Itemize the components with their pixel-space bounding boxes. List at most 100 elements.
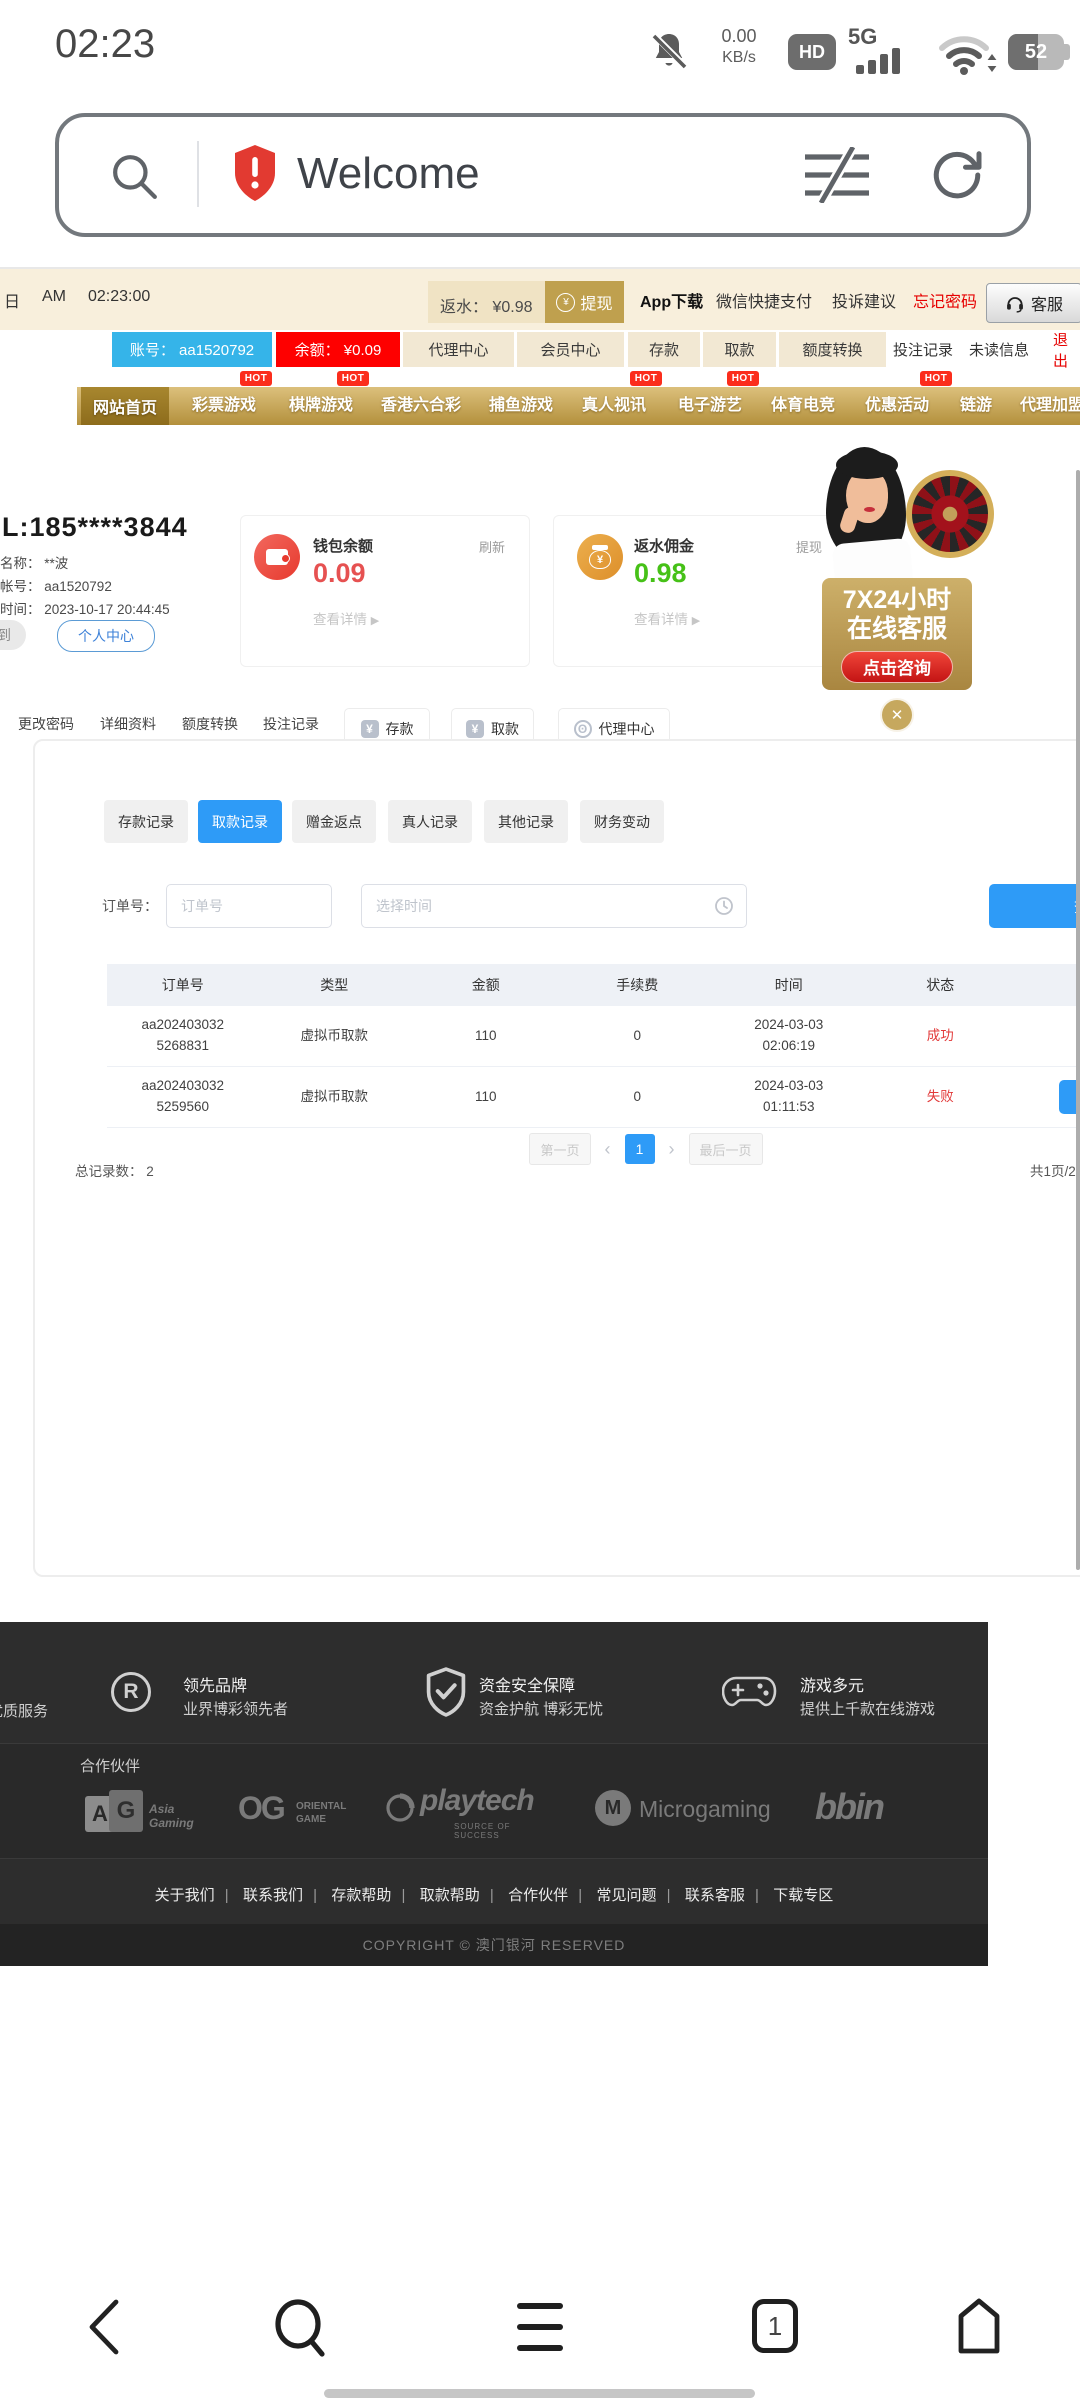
order-no-input[interactable] <box>166 884 332 928</box>
rebate-detail-link[interactable]: 查看详情 ▶ <box>634 608 700 628</box>
change-password-link[interactable]: 更改密码 <box>18 714 74 734</box>
withdraw-button[interactable]: ¥ 提现 <box>545 281 624 323</box>
last-page-button[interactable]: 最后一页 <box>689 1133 763 1165</box>
hd-badge-icon: HD <box>788 34 836 70</box>
tab-bonus-rebate[interactable]: 赠金返点 <box>292 800 376 843</box>
table-header-row: 订单号 类型 金额 手续费 时间 状态 操作 <box>107 964 1080 1006</box>
tab-live-records[interactable]: 真人记录 <box>388 800 472 843</box>
status-badge: 成功 <box>865 1006 1017 1066</box>
next-page-icon[interactable]: › <box>663 1134 681 1164</box>
page-count-text: 共1页/2 <box>1030 1160 1076 1180</box>
rebate-withdraw-link[interactable]: 提现 <box>796 537 822 556</box>
footer-link-service[interactable]: 联系客服 <box>685 1887 745 1904</box>
footer-link-contact[interactable]: 联系我们 <box>243 1887 303 1904</box>
member-center-button[interactable]: 会员中心 <box>517 332 624 367</box>
search-button[interactable]: 查询 <box>989 884 1080 928</box>
profile-details-link[interactable]: 详细资料 <box>100 714 156 734</box>
logout-link[interactable]: 退出 <box>1053 332 1080 367</box>
quota-transfer-button[interactable]: 额度转换 <box>779 332 886 367</box>
rebate-amount: 返水： ¥0.98 <box>440 293 533 317</box>
nav-item-slots[interactable]: 电子游艺 <box>678 387 742 425</box>
balance-badge: 余额： ¥0.09 <box>276 332 400 367</box>
search-icon[interactable] <box>107 149 163 205</box>
nav-item-agent-join[interactable]: 代理加盟 <box>1020 387 1080 425</box>
promo-close-icon[interactable]: ✕ <box>880 698 914 732</box>
copyright-text: COPYRIGHT © 澳门银河 RESERVED <box>0 1924 988 1966</box>
service-button[interactable]: 客服 <box>986 283 1080 323</box>
menu-icon[interactable] <box>517 2301 563 2353</box>
col-status: 状态 <box>865 964 1017 1006</box>
tab-deposit-records[interactable]: 存款记录 <box>104 800 188 843</box>
time-range-input[interactable] <box>361 884 747 928</box>
bet-records-link[interactable]: 投注记录 <box>893 332 953 367</box>
refresh-icon[interactable] <box>927 145 987 205</box>
complaint-link[interactable]: 投诉建议 <box>832 288 896 312</box>
battery-nub <box>1064 44 1070 60</box>
footer-links: 关于我们| 联系我们| 存款帮助| 取款帮助| 合作伙伴| 常见问题| 联系客服… <box>0 1884 988 1905</box>
app-download-link[interactable]: App下载 <box>640 288 703 312</box>
nav-item-board-games[interactable]: 棋牌游戏 <box>289 387 353 425</box>
prev-page-icon[interactable]: ‹ <box>599 1134 617 1164</box>
quota-transfer-link[interactable]: 额度转换 <box>182 714 238 734</box>
tabs-button[interactable]: 1 <box>752 2299 798 2353</box>
total-records-text: 总记录数： 2 <box>75 1160 154 1180</box>
wechat-pay-link[interactable]: 微信快捷支付 <box>716 288 812 312</box>
page-title[interactable]: Welcome <box>297 149 480 199</box>
forgot-password-link[interactable]: 忘记密码 <box>913 288 977 312</box>
home-icon[interactable] <box>955 2297 1003 2355</box>
nav-item-sports[interactable]: 体育电竞 <box>771 387 835 425</box>
wallet-detail-link[interactable]: 查看详情 ▶ <box>313 608 379 628</box>
tab-withdraw-records[interactable]: 取款记录 <box>198 800 282 843</box>
personal-center-button[interactable]: 个人中心 <box>57 620 155 652</box>
first-page-button[interactable]: 第一页 <box>529 1133 590 1165</box>
wifi-icon <box>938 30 1000 78</box>
nav-item-fishing[interactable]: 捕鱼游戏 <box>489 387 553 425</box>
search-nav-icon[interactable] <box>270 2296 334 2360</box>
promo-girl-image <box>820 445 990 595</box>
back-icon[interactable] <box>84 2298 124 2356</box>
nav-item-live-casino[interactable]: 真人视讯 <box>582 387 646 425</box>
money-bag-icon: ¥ <box>577 534 623 580</box>
footer-link-withdraw-help[interactable]: 取款帮助 <box>420 1887 480 1904</box>
tab-other-records[interactable]: 其他记录 <box>484 800 568 843</box>
member-name-line: 名称： **波 <box>0 552 68 572</box>
phone-screen: 02:23 0.00 KB/s HD 5G 52 <box>0 0 1080 2400</box>
promo-line1: 7X24小时 <box>822 586 972 615</box>
col-fee: 手续费 <box>562 964 714 1006</box>
url-bar[interactable]: Welcome <box>55 113 1031 237</box>
current-page-button[interactable]: 1 <box>625 1134 655 1164</box>
deposit-button[interactable]: 存款 <box>628 332 700 367</box>
refresh-link[interactable]: 刷新 <box>479 537 505 556</box>
unread-messages-link[interactable]: 未读信息 <box>969 332 1029 367</box>
gesture-bar[interactable] <box>324 2389 755 2398</box>
signal-bars-icon <box>856 46 908 74</box>
bet-records-quicklink[interactable]: 投注记录 <box>263 714 319 734</box>
withdraw-nav-button[interactable]: 取款 <box>703 332 776 367</box>
register-time-line: 时间： 2023-10-17 20:44:45 <box>0 598 170 618</box>
tab-finance-changes[interactable]: 财务变动 <box>580 800 664 843</box>
promo-line2: 在线客服 <box>822 615 972 644</box>
partner-logo-playtech: playtech SOURCE OF SUCCESS <box>384 1782 559 1838</box>
footer-link-deposit-help[interactable]: 存款帮助 <box>331 1887 391 1904</box>
records-table: 订单号 类型 金额 手续费 时间 状态 操作 aa202403032526883… <box>107 964 1080 1128</box>
tune-icon[interactable] <box>797 147 877 203</box>
promo-cta-button[interactable]: 点击咨询 <box>841 651 953 683</box>
page-scrollbar[interactable] <box>1076 470 1080 1570</box>
security-warning-icon[interactable] <box>231 143 279 203</box>
member-account-line: 帐号： aa1520792 <box>0 575 112 595</box>
footer-link-partners[interactable]: 合作伙伴 <box>508 1887 568 1904</box>
footer-link-about[interactable]: 关于我们 <box>155 1887 215 1904</box>
nav-item-chain-games[interactable]: 链游 <box>960 387 992 425</box>
promo-service-badge[interactable]: 7X24小时 在线客服 点击咨询 <box>822 578 972 690</box>
nav-item-home[interactable]: 网站首页 <box>81 387 169 425</box>
nav-item-lottery[interactable]: 彩票游戏 <box>192 387 256 425</box>
rebate-card-title: 返水佣金 <box>634 535 694 556</box>
footer-link-download[interactable]: 下载专区 <box>773 1887 833 1904</box>
agent-center-button[interactable]: 代理中心 <box>403 332 514 367</box>
checkin-button[interactable]: 签到 <box>0 620 26 650</box>
nav-item-hk-lottery[interactable]: 香港六合彩 <box>381 387 461 425</box>
hot-badge: HOT <box>727 371 759 386</box>
nav-item-promotions[interactable]: 优惠活动 <box>865 387 929 425</box>
footer-link-faq[interactable]: 常见问题 <box>597 1887 657 1904</box>
gamepad-icon <box>722 1672 778 1712</box>
